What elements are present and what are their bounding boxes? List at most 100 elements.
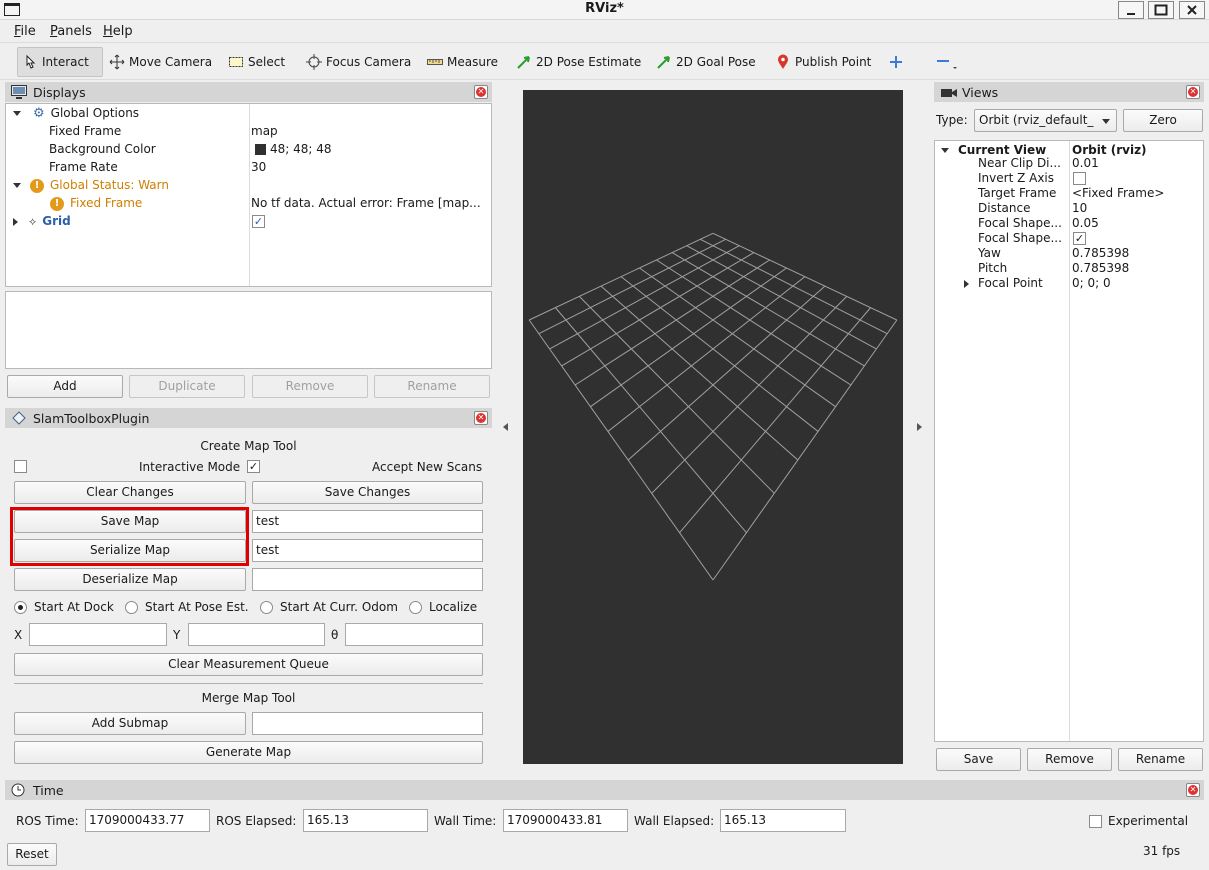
move-camera-tool[interactable]: Move Camera bbox=[105, 47, 216, 77]
y-label: Y bbox=[173, 628, 181, 642]
focus-camera-tool[interactable]: Focus Camera bbox=[302, 47, 415, 77]
localize-label: Localize bbox=[429, 600, 478, 614]
fixed-frame-label: Fixed Frame bbox=[49, 124, 122, 138]
collapse-arrow-icon[interactable] bbox=[964, 280, 969, 288]
fixed-frame-value[interactable]: map bbox=[251, 122, 278, 140]
start-at-pose-radio[interactable] bbox=[125, 601, 138, 614]
duplicate-display-button[interactable]: Duplicate bbox=[129, 375, 245, 398]
goal-pose-tool[interactable]: 2D Goal Pose bbox=[652, 47, 760, 77]
collapse-left-icon[interactable] bbox=[503, 423, 508, 431]
zero-button[interactable]: Zero bbox=[1123, 109, 1203, 132]
status-message: No tf data. Actual error: Frame [map... bbox=[251, 196, 481, 210]
view-prop-value[interactable]: 0.05 bbox=[1072, 216, 1099, 231]
display-description-box bbox=[5, 291, 492, 369]
collapse-arrow-icon[interactable] bbox=[13, 217, 18, 226]
measure-tool[interactable]: Measure bbox=[423, 47, 502, 77]
grid-line bbox=[600, 285, 799, 461]
grid-enabled-checkbox[interactable]: ✓ bbox=[252, 215, 265, 228]
submap-input[interactable] bbox=[252, 712, 483, 735]
minimize-button[interactable] bbox=[1118, 1, 1144, 19]
cursor-icon bbox=[22, 54, 38, 70]
view-prop-checkbox[interactable]: ✓ bbox=[1073, 232, 1086, 245]
publish-point-tool[interactable]: Publish Point bbox=[771, 47, 875, 77]
remove-display-button[interactable]: Remove bbox=[252, 375, 368, 398]
background-color-value[interactable]: 48; 48; 48 bbox=[255, 140, 332, 158]
generate-map-button[interactable]: Generate Map bbox=[14, 741, 483, 764]
menu-panels[interactable]: Panels bbox=[50, 24, 92, 39]
time-close-button[interactable]: ✕ bbox=[1186, 783, 1200, 797]
wall-elapsed-field: 165.13 bbox=[720, 809, 846, 832]
close-window-button[interactable] bbox=[1179, 1, 1205, 19]
slam-close-button[interactable]: ✕ bbox=[474, 411, 488, 425]
interactive-mode-checkbox[interactable] bbox=[14, 460, 27, 473]
views-save-button[interactable]: Save bbox=[936, 748, 1021, 771]
localize-radio[interactable] bbox=[409, 601, 422, 614]
wall-time-label: Wall Time: bbox=[434, 814, 497, 828]
y-input[interactable] bbox=[188, 623, 325, 646]
slam-title: SlamToolboxPlugin bbox=[33, 410, 150, 426]
start-at-odom-radio[interactable] bbox=[260, 601, 273, 614]
remove-tool-button[interactable] bbox=[931, 47, 957, 77]
views-close-button[interactable]: ✕ bbox=[1186, 85, 1200, 99]
tree-row-global-status[interactable]: ! Global Status: Warn bbox=[13, 176, 169, 194]
start-at-dock-label: Start At Dock bbox=[34, 600, 114, 614]
displays-close-button[interactable]: ✕ bbox=[474, 85, 488, 99]
x-input[interactable] bbox=[29, 623, 167, 646]
tree-row-grid[interactable]: ⟡ Grid bbox=[13, 212, 71, 230]
theta-input[interactable] bbox=[345, 623, 483, 646]
expand-arrow-icon[interactable] bbox=[941, 148, 949, 153]
save-map-button[interactable]: Save Map bbox=[14, 510, 246, 533]
view-prop-value[interactable]: 0.785398 bbox=[1072, 246, 1129, 261]
menu-file[interactable]: File bbox=[14, 24, 36, 39]
grid-line bbox=[712, 319, 898, 581]
view-prop-checkbox[interactable] bbox=[1073, 172, 1086, 185]
color-swatch bbox=[255, 144, 266, 155]
deserialize-map-input[interactable] bbox=[252, 568, 483, 591]
maximize-button[interactable] bbox=[1148, 1, 1174, 19]
save-map-name-input[interactable]: test bbox=[252, 510, 483, 533]
clear-changes-button[interactable]: Clear Changes bbox=[14, 481, 246, 504]
experimental-checkbox[interactable] bbox=[1089, 815, 1102, 828]
menu-help[interactable]: Help bbox=[103, 24, 133, 39]
view-prop-value[interactable]: 0.785398 bbox=[1072, 261, 1129, 276]
tree-row-status-fixed-frame[interactable]: ! Fixed Frame bbox=[50, 194, 142, 212]
ros-elapsed-label: ROS Elapsed: bbox=[216, 814, 297, 828]
views-rename-button[interactable]: Rename bbox=[1118, 748, 1203, 771]
select-tool[interactable]: Select bbox=[224, 47, 289, 77]
expand-arrow-icon[interactable] bbox=[13, 111, 21, 116]
render-viewport[interactable] bbox=[523, 90, 903, 764]
move-arrows-icon bbox=[109, 54, 125, 70]
start-at-dock-radio[interactable] bbox=[14, 601, 27, 614]
rename-display-button[interactable]: Rename bbox=[374, 375, 490, 398]
add-display-button[interactable]: Add bbox=[7, 375, 123, 398]
expand-arrow-icon[interactable] bbox=[13, 183, 21, 188]
serialize-map-button[interactable]: Serialize Map bbox=[14, 539, 246, 562]
tree-row-global-options[interactable]: ⚙ Global Options bbox=[13, 104, 139, 122]
add-submap-button[interactable]: Add Submap bbox=[14, 712, 246, 735]
interact-tool[interactable]: Interact bbox=[17, 47, 103, 77]
serialize-map-name-input[interactable]: test bbox=[252, 539, 483, 562]
deserialize-map-button[interactable]: Deserialize Map bbox=[14, 568, 246, 591]
accept-new-scans-checkbox[interactable]: ✓ bbox=[247, 460, 260, 473]
view-prop-value[interactable]: 0.01 bbox=[1072, 156, 1099, 171]
wall-elapsed-label: Wall Elapsed: bbox=[634, 814, 715, 828]
view-type-label: Type: bbox=[936, 113, 968, 127]
frame-rate-value[interactable]: 30 bbox=[251, 158, 266, 176]
collapse-right-icon[interactable] bbox=[917, 423, 922, 431]
views-remove-button[interactable]: Remove bbox=[1027, 748, 1112, 771]
ros-time-field: 1709000433.77 bbox=[85, 809, 210, 832]
merge-map-tool-heading: Merge Map Tool bbox=[201, 691, 296, 705]
views-title: Views bbox=[962, 84, 999, 100]
clear-measurement-queue-button[interactable]: Clear Measurement Queue bbox=[14, 653, 483, 676]
add-tool-button[interactable] bbox=[884, 47, 908, 77]
ros-elapsed-field: 165.13 bbox=[303, 809, 428, 832]
grid-line bbox=[651, 296, 848, 494]
view-prop-value[interactable]: 10 bbox=[1072, 201, 1087, 216]
view-prop-value[interactable]: <Fixed Frame> bbox=[1072, 186, 1164, 201]
pose-estimate-tool[interactable]: 2D Pose Estimate bbox=[512, 47, 645, 77]
view-prop-value[interactable]: 0; 0; 0 bbox=[1072, 276, 1111, 291]
save-changes-button[interactable]: Save Changes bbox=[252, 481, 483, 504]
camera-icon bbox=[940, 85, 957, 99]
view-type-dropdown[interactable]: Orbit (rviz_default_ bbox=[974, 109, 1117, 132]
reset-button[interactable]: Reset bbox=[7, 843, 57, 866]
